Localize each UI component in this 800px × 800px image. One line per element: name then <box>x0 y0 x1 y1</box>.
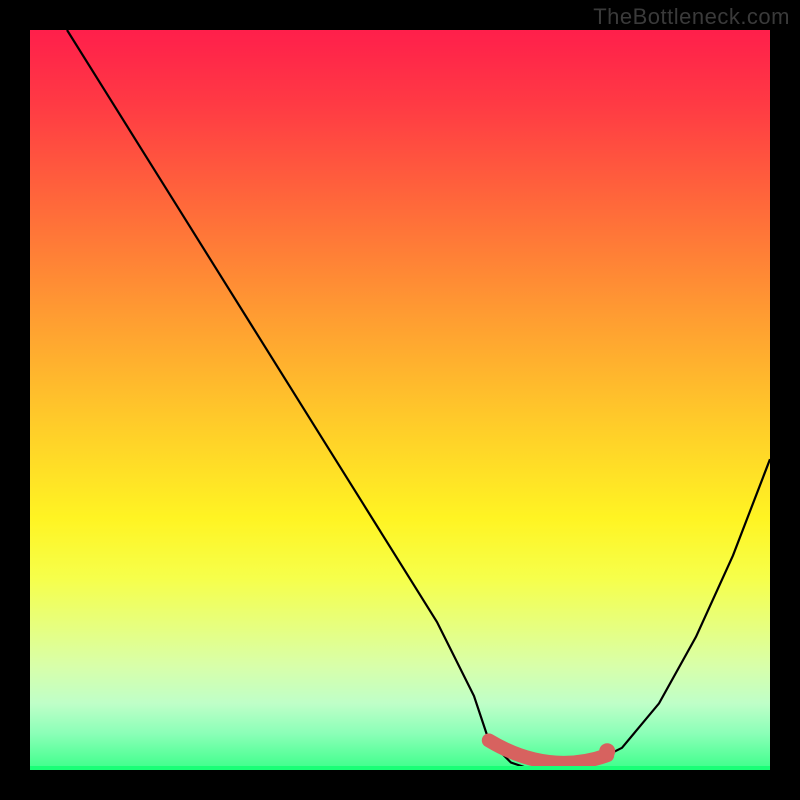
optimal-end-dot <box>599 743 615 759</box>
chart-frame: TheBottleneck.com <box>0 0 800 800</box>
plot-area <box>30 30 770 770</box>
watermark-text: TheBottleneck.com <box>593 4 790 30</box>
bottleneck-curve <box>67 30 770 770</box>
baseline-edge <box>30 766 770 770</box>
curve-layer <box>30 30 770 770</box>
